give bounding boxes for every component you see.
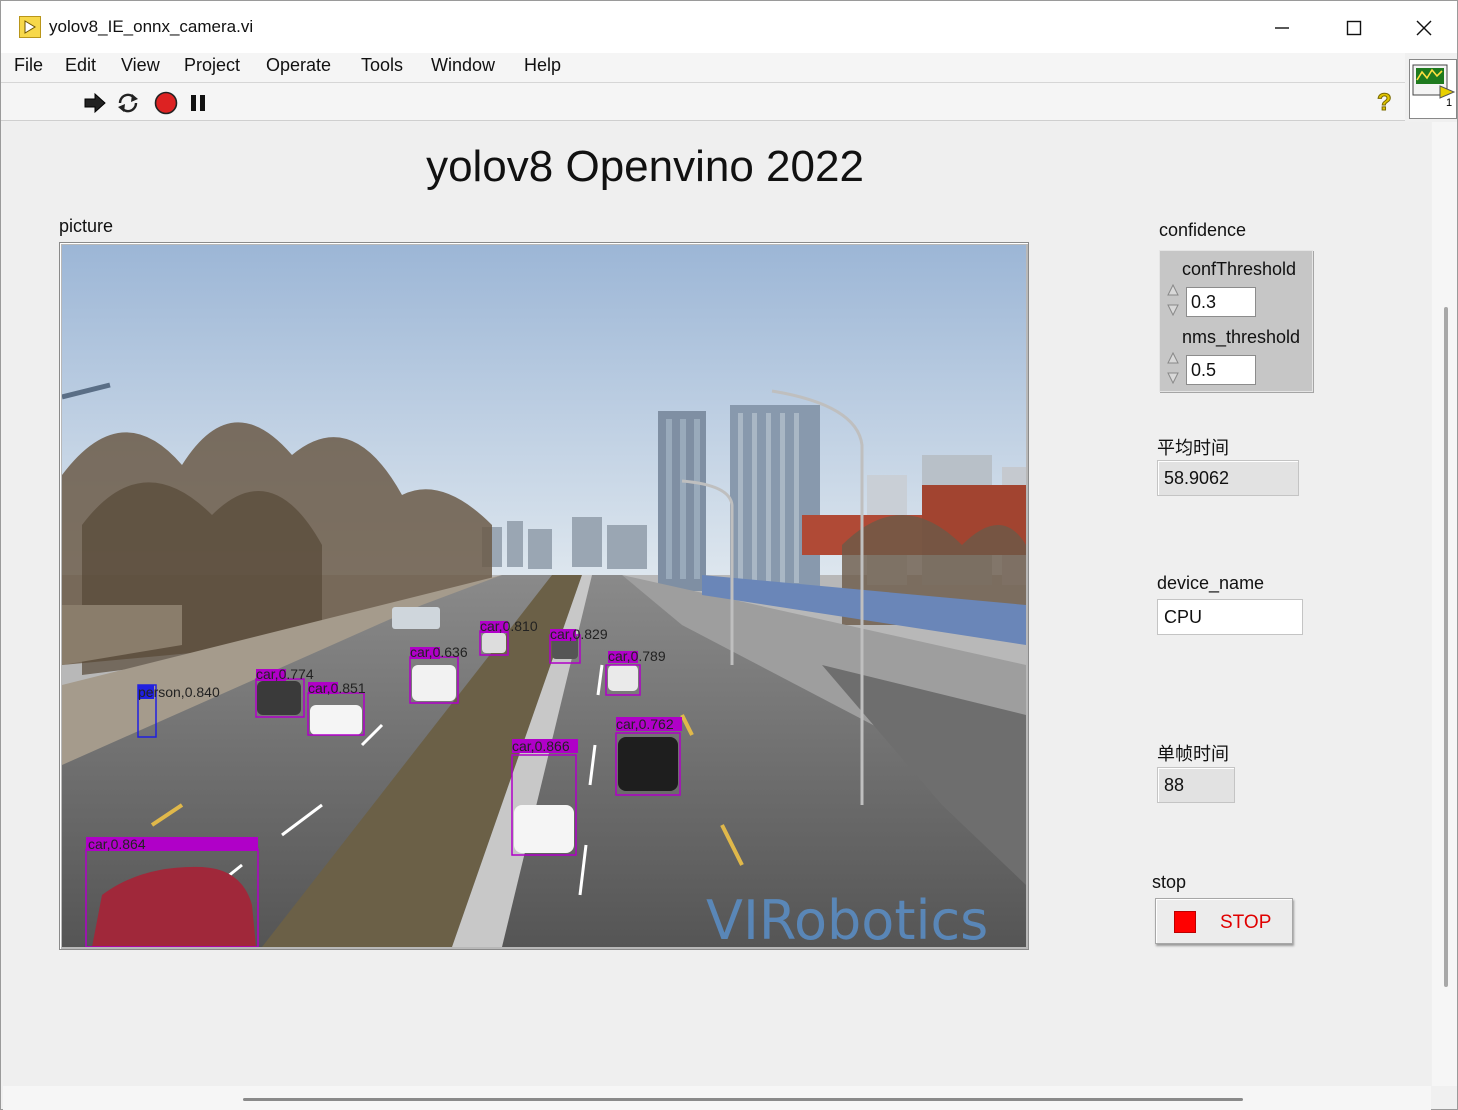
menu-view[interactable]: View bbox=[121, 55, 160, 76]
picture-label: picture bbox=[59, 216, 114, 236]
menu-operate[interactable]: Operate bbox=[266, 55, 331, 76]
stop-button[interactable]: STOP bbox=[1155, 898, 1293, 944]
svg-text:car,0.774: car,0.774 bbox=[256, 666, 314, 682]
window-title: yolov8_IE_onnx_camera.vi bbox=[49, 17, 254, 36]
stop-button-text: STOP bbox=[1220, 912, 1272, 933]
vertical-scroll-thumb[interactable] bbox=[1444, 307, 1448, 987]
confidence-cluster: confThreshold 0.3 nms_threshold 0.5 bbox=[1159, 250, 1313, 392]
nms-threshold-spinner[interactable] bbox=[1166, 351, 1180, 385]
menu-help[interactable]: Help bbox=[524, 55, 561, 76]
svg-text:car,0.762: car,0.762 bbox=[616, 716, 674, 732]
avg-time-label: 平均时间 bbox=[1157, 438, 1229, 458]
menu-window[interactable]: Window bbox=[431, 55, 495, 76]
stop-label: stop bbox=[1152, 872, 1187, 892]
picture-display: person,0.840 car,0.774 car,0.851 car,0.6… bbox=[59, 242, 1029, 950]
conf-threshold-input[interactable]: 0.3 bbox=[1186, 287, 1256, 317]
frame-time-indicator: 88 bbox=[1157, 767, 1235, 803]
run-button[interactable] bbox=[83, 91, 107, 115]
run-arrow-icon bbox=[84, 92, 106, 114]
title-bar: yolov8_IE_onnx_camera.vi bbox=[1, 1, 1457, 53]
svg-text:car,0.810: car,0.810 bbox=[480, 618, 538, 634]
horizontal-scroll-thumb[interactable] bbox=[243, 1098, 1243, 1101]
svg-text:car,0.789: car,0.789 bbox=[608, 648, 666, 664]
confidence-label: confidence bbox=[1159, 220, 1247, 240]
menu-file[interactable]: File bbox=[14, 55, 43, 76]
virobotics-watermark: VIRobotics bbox=[706, 889, 988, 947]
menu-bar: File Edit View Project Operate Tools Win… bbox=[1, 53, 1405, 83]
labview-vi-icon bbox=[19, 16, 41, 38]
conf-threshold-label: confThreshold bbox=[1182, 259, 1297, 279]
camera-frame-image: person,0.840 car,0.774 car,0.851 car,0.6… bbox=[62, 245, 1026, 947]
menu-edit[interactable]: Edit bbox=[65, 55, 96, 76]
device-name-field[interactable]: CPU bbox=[1157, 599, 1303, 635]
nms-threshold-input[interactable]: 0.5 bbox=[1186, 355, 1256, 385]
menu-project[interactable]: Project bbox=[184, 55, 240, 76]
abort-execution-icon bbox=[154, 91, 178, 115]
menu-tools[interactable]: Tools bbox=[361, 55, 403, 76]
vertical-scrollbar[interactable] bbox=[1432, 122, 1457, 1086]
svg-text:car,0.866: car,0.866 bbox=[512, 738, 570, 754]
panel-title: yolov8 Openvino 2022 bbox=[426, 142, 864, 191]
close-button[interactable] bbox=[1401, 11, 1447, 45]
maximize-button[interactable] bbox=[1331, 11, 1377, 45]
maximize-icon bbox=[1346, 20, 1362, 36]
minimize-button[interactable] bbox=[1259, 11, 1305, 45]
close-icon bbox=[1416, 20, 1432, 36]
svg-text:car,0.851: car,0.851 bbox=[308, 680, 366, 696]
svg-text:car,0.829: car,0.829 bbox=[550, 626, 608, 642]
svg-text:car,0.864: car,0.864 bbox=[88, 836, 146, 852]
run-continuously-icon bbox=[118, 93, 138, 113]
run-continuously-button[interactable] bbox=[116, 91, 140, 115]
svg-text:car,0.636: car,0.636 bbox=[410, 644, 468, 660]
svg-text:person,0.840: person,0.840 bbox=[138, 684, 220, 700]
stop-led-icon bbox=[1174, 911, 1196, 933]
abort-button[interactable] bbox=[154, 91, 178, 115]
nms-threshold-label: nms_threshold bbox=[1182, 327, 1301, 347]
pause-icon bbox=[191, 95, 205, 111]
labview-window: yolov8_IE_onnx_camera.vi File Edit View … bbox=[0, 0, 1458, 1110]
vi-icon: 1 bbox=[1412, 64, 1456, 109]
conf-threshold-spinner[interactable] bbox=[1166, 283, 1180, 317]
avg-time-indicator: 58.9062 bbox=[1157, 460, 1299, 496]
vi-connector-pane[interactable]: 1 bbox=[1409, 59, 1457, 119]
pause-button[interactable] bbox=[187, 91, 211, 115]
frame-time-label: 单帧时间 bbox=[1157, 744, 1229, 764]
device-name-label: device_name bbox=[1157, 573, 1265, 593]
minimize-icon bbox=[1275, 27, 1289, 29]
context-help-icon[interactable]: ? bbox=[1377, 89, 1393, 117]
connector-index: 1 bbox=[1446, 97, 1452, 109]
front-panel: yolov8 Openvino 2022 picture person,0.84… bbox=[3, 122, 1431, 1086]
toolbar: ? bbox=[1, 83, 1405, 121]
horizontal-scrollbar[interactable] bbox=[3, 1086, 1431, 1110]
